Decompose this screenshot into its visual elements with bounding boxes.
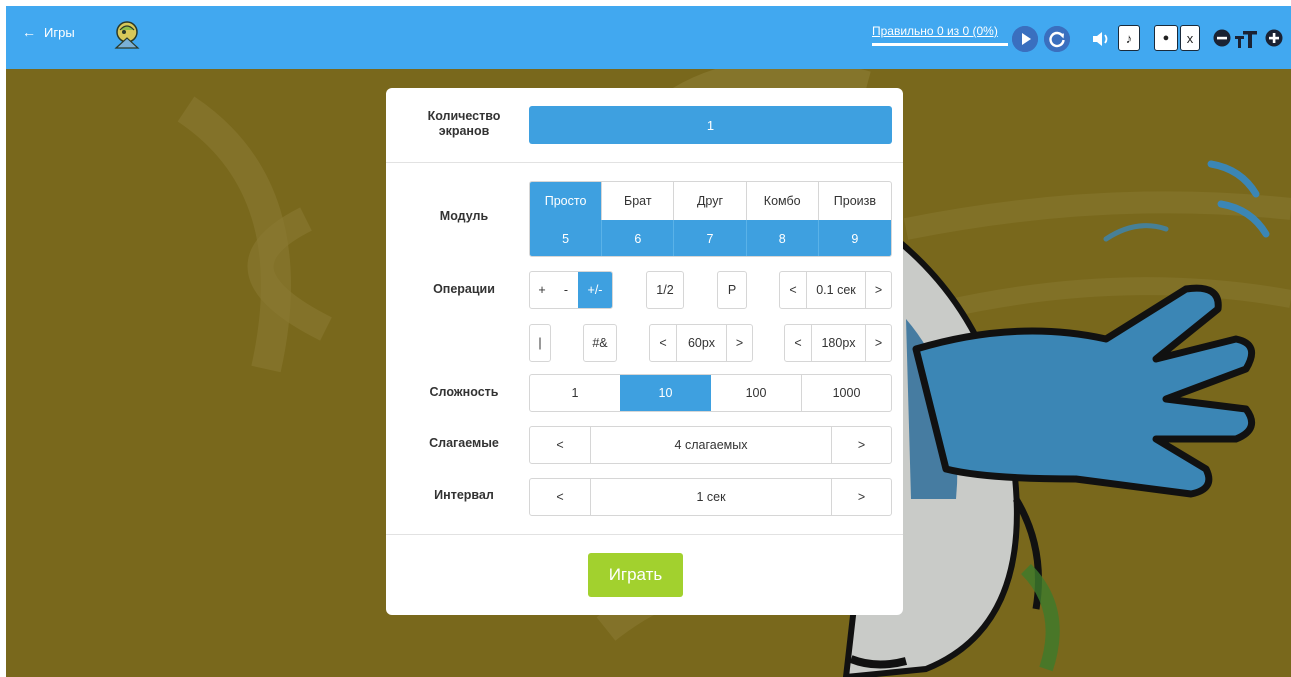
half-button[interactable]: 1/2	[646, 271, 684, 309]
decrease-font-button[interactable]	[1213, 29, 1231, 47]
screens-count-button[interactable]: 1	[529, 106, 892, 144]
start-game-label: Играть	[608, 565, 663, 584]
divider	[386, 162, 903, 163]
height-value: 180px	[811, 325, 865, 361]
screens-label: Количество экранов	[427, 109, 501, 138]
speaker-icon	[1093, 32, 1108, 46]
close-icon: x	[1186, 30, 1194, 46]
dot-icon: ●	[1162, 32, 1170, 44]
height-increase-button[interactable]: >	[865, 325, 891, 361]
module-option-2[interactable]: Друг	[674, 182, 747, 220]
minus-circle-icon	[1213, 29, 1231, 47]
half-label: 1/2	[656, 283, 674, 297]
module-number-3[interactable]: 8	[746, 220, 819, 256]
module-number-1[interactable]: 6	[602, 220, 675, 256]
interval-stepper: < 1 сек >	[529, 478, 892, 516]
module-number-2[interactable]: 7	[674, 220, 747, 256]
module-option-0[interactable]: Просто	[530, 182, 603, 220]
bar-label: |	[538, 336, 542, 350]
p-label: P	[727, 283, 737, 297]
module-option-1[interactable]: Брат	[602, 182, 675, 220]
restart-button[interactable]	[1044, 26, 1070, 52]
addends-value: 4 слагаемых	[590, 427, 831, 463]
op-minus-button[interactable]: -	[554, 272, 578, 308]
bar-button[interactable]: |	[529, 324, 551, 362]
width-stepper: < 60px >	[649, 324, 753, 362]
module-option-3[interactable]: Комбо	[747, 182, 819, 220]
module-number-4[interactable]: 9	[818, 220, 891, 256]
height-stepper: < 180px >	[784, 324, 892, 362]
op-plus-button[interactable]: +	[530, 272, 554, 308]
screens-value: 1	[706, 117, 715, 133]
time-decrease-button[interactable]: <	[780, 272, 806, 308]
font-size-icon	[1234, 28, 1258, 50]
interval-value: 1 сек	[590, 479, 831, 515]
time-value: 0.1 сек	[806, 272, 865, 308]
operation-sign-group: + - +/-	[529, 271, 613, 309]
hash-button[interactable]: #&	[583, 324, 617, 362]
play-icon	[1012, 26, 1038, 52]
addends-increase-button[interactable]: >	[831, 427, 891, 463]
height-decrease-button[interactable]: <	[785, 325, 811, 361]
game-logo-icon	[110, 18, 144, 52]
arrow-left-icon: ←	[22, 24, 36, 40]
difficulty-option-1[interactable]: 10	[620, 375, 711, 411]
close-toggle-button[interactable]: x	[1180, 25, 1200, 51]
interval-increase-button[interactable]: >	[831, 479, 891, 515]
module-number-0[interactable]: 5	[530, 220, 603, 256]
addends-decrease-button[interactable]: <	[530, 427, 590, 463]
addends-label: Слагаемые	[429, 436, 499, 450]
start-game-button[interactable]: Играть	[588, 553, 683, 597]
operations-label: Операции	[433, 282, 495, 296]
settings-modal: Количество экранов 1 Модуль Просто Брат …	[386, 88, 903, 615]
divider	[386, 534, 903, 535]
time-stepper: < 0.1 сек >	[779, 271, 892, 309]
difficulty-label: Сложность	[429, 385, 499, 399]
increase-font-button[interactable]	[1265, 29, 1283, 47]
time-increase-button[interactable]: >	[865, 272, 891, 308]
width-value: 60px	[676, 325, 726, 361]
width-increase-button[interactable]: >	[726, 325, 752, 361]
refresh-icon	[1044, 26, 1070, 52]
difficulty-selector: 1 10 100 1000	[529, 374, 892, 412]
addends-stepper: < 4 слагаемых >	[529, 426, 892, 464]
difficulty-option-2[interactable]: 100	[711, 375, 801, 411]
score-progress-bar	[872, 43, 1008, 46]
interval-label: Интервал	[434, 488, 494, 502]
music-note-icon: ♪	[1125, 30, 1133, 46]
module-label: Модуль	[439, 209, 489, 223]
difficulty-option-3[interactable]: 1000	[801, 375, 891, 411]
difficulty-option-0[interactable]: 1	[530, 375, 620, 411]
back-to-games-link[interactable]: ← Игры	[22, 24, 75, 40]
top-bar: ← Игры Правильно 0 из 0 (0%) ♪ ● x	[6, 6, 1291, 69]
op-plusminus-button[interactable]: +/-	[578, 272, 612, 308]
score-text: Правильно 0 из 0 (0%)	[872, 24, 998, 38]
volume-button[interactable]	[1090, 28, 1112, 50]
p-button[interactable]: P	[717, 271, 747, 309]
play-button[interactable]	[1012, 26, 1038, 52]
width-decrease-button[interactable]: <	[650, 325, 676, 361]
music-toggle-button[interactable]: ♪	[1118, 25, 1140, 51]
module-option-4[interactable]: Произв	[819, 182, 891, 220]
hash-label: #&	[592, 336, 608, 350]
module-selector: Просто Брат Друг Комбо Произв 5 6 7 8 9	[529, 181, 892, 257]
interval-decrease-button[interactable]: <	[530, 479, 590, 515]
plus-circle-icon	[1265, 29, 1283, 47]
record-toggle-button[interactable]: ●	[1154, 25, 1178, 51]
back-label: Игры	[44, 24, 75, 40]
